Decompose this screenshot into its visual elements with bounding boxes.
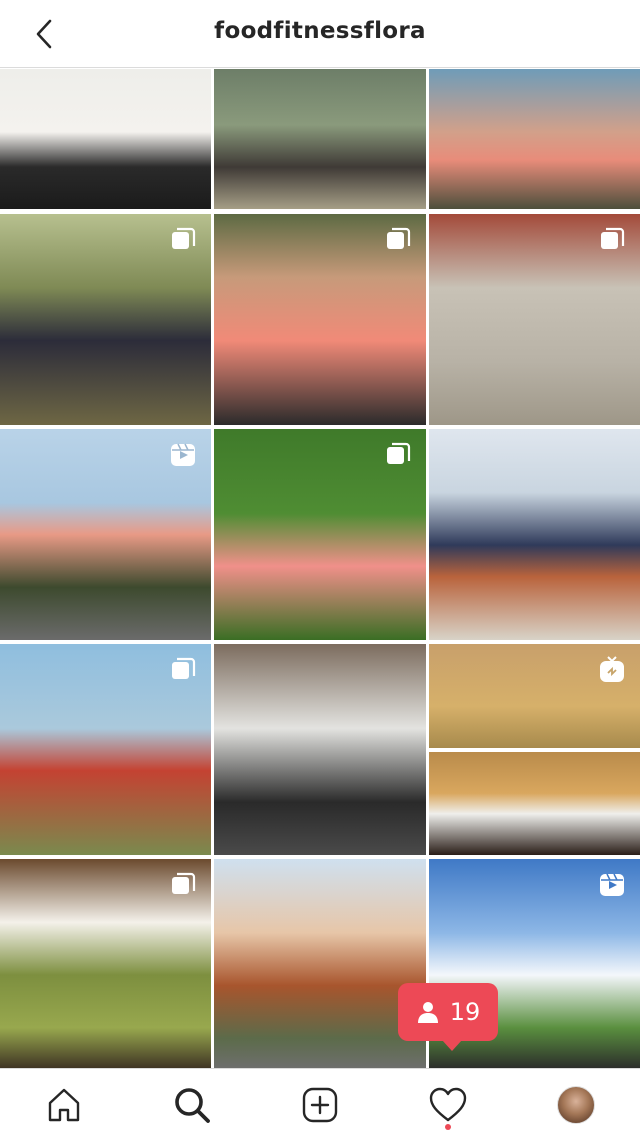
home-icon xyxy=(48,1088,80,1122)
home-tab[interactable] xyxy=(40,1081,88,1129)
post-thumbnail[interactable] xyxy=(214,429,426,640)
carousel-icon xyxy=(172,657,196,679)
reels-icon xyxy=(171,443,195,466)
bottom-tab-bar xyxy=(0,1068,640,1138)
igtv-icon xyxy=(600,656,624,682)
posts-grid-body xyxy=(0,214,640,1070)
photo-thumbnail xyxy=(429,69,640,209)
reels-icon xyxy=(600,873,624,896)
carousel-icon xyxy=(601,227,625,249)
post-thumbnail[interactable] xyxy=(214,69,426,209)
post-thumbnail[interactable] xyxy=(429,429,640,640)
carousel-icon xyxy=(387,442,411,464)
post-thumbnail[interactable] xyxy=(0,429,211,640)
post-thumbnail[interactable] xyxy=(214,859,426,1070)
carousel-icon xyxy=(172,227,196,249)
search-tab[interactable] xyxy=(168,1081,216,1129)
new-followers-notification[interactable]: 19 xyxy=(398,983,498,1051)
photo-thumbnail-bottom xyxy=(429,752,640,855)
post-thumbnail[interactable] xyxy=(429,644,640,855)
photo-thumbnail xyxy=(0,69,211,209)
person-icon xyxy=(417,1002,438,1023)
post-thumbnail[interactable] xyxy=(429,69,640,209)
follower-count: 19 xyxy=(449,998,481,1026)
post-thumbnail[interactable] xyxy=(0,69,211,209)
post-thumbnail[interactable] xyxy=(0,859,211,1070)
activity-tab[interactable] xyxy=(424,1081,472,1129)
new-post-tab[interactable] xyxy=(296,1081,344,1129)
photo-thumbnail xyxy=(429,429,640,640)
carousel-icon xyxy=(172,872,196,894)
carousel-icon xyxy=(387,227,411,249)
post-thumbnail[interactable] xyxy=(0,644,211,855)
activity-notification-dot xyxy=(445,1124,451,1130)
activity-heart-icon xyxy=(429,1087,467,1122)
search-icon xyxy=(175,1088,210,1123)
post-thumbnail[interactable] xyxy=(0,214,211,425)
photo-thumbnail xyxy=(214,69,426,209)
post-thumbnail[interactable] xyxy=(214,644,426,855)
post-thumbnail[interactable] xyxy=(214,214,426,425)
profile-avatar xyxy=(557,1086,595,1124)
post-thumbnail[interactable] xyxy=(429,214,640,425)
photo-thumbnail xyxy=(214,859,426,1070)
profile-username: foodfitnessflora xyxy=(214,18,426,44)
new-post-icon xyxy=(302,1087,338,1123)
photo-thumbnail xyxy=(214,644,426,855)
profile-tab[interactable] xyxy=(552,1081,600,1129)
top-nav-bar: foodfitnessflora xyxy=(0,0,640,68)
